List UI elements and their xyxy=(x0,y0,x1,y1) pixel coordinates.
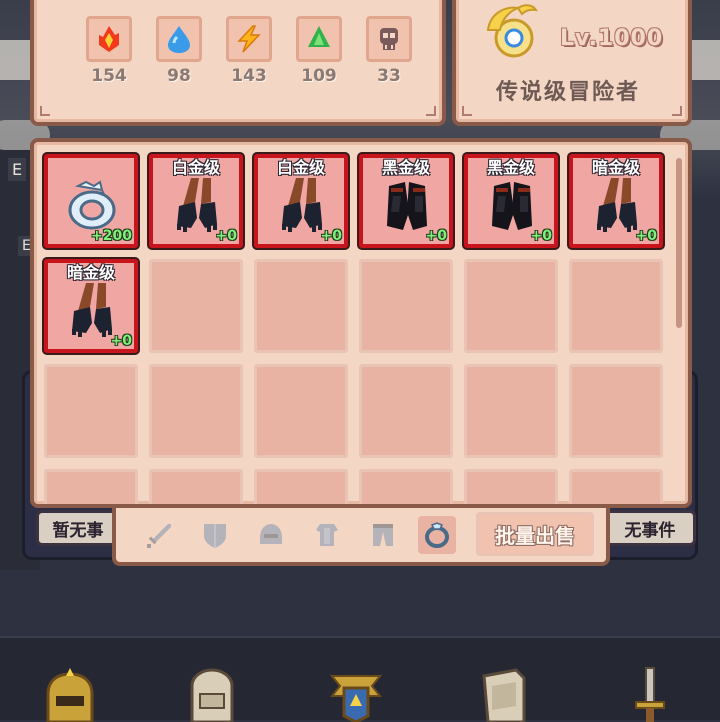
inventory-slot-empty[interactable] xyxy=(569,469,663,504)
player-level: Lv.1000 xyxy=(560,26,664,51)
nav-backpack[interactable] xyxy=(172,658,252,722)
black-gauntlets-icon xyxy=(492,182,532,230)
resource-lightning: 143 xyxy=(224,16,274,86)
rank-emblem-icon xyxy=(478,0,544,66)
bulk-sell-button[interactable]: 批量出售 xyxy=(476,512,594,556)
leaf-gem-icon xyxy=(296,16,342,62)
inventory-panel: +200 白金级 +0 白金级 +0 黑金级 +0 黑金级 +0 暗金级 +0 … xyxy=(30,138,692,508)
corner-decoration xyxy=(672,106,682,116)
inventory-slot-ring[interactable]: +200 xyxy=(44,154,138,248)
inventory-slot-empty[interactable] xyxy=(569,364,663,458)
bottom-navigation xyxy=(0,636,720,722)
inventory-slot-empty[interactable] xyxy=(464,364,558,458)
item-enhance-level: +0 xyxy=(110,333,132,349)
item-enhance-level: +0 xyxy=(215,228,237,244)
fire-gem-icon xyxy=(86,16,132,62)
inventory-slot-empty[interactable] xyxy=(464,469,558,504)
background-edge-label: E xyxy=(8,158,27,181)
water-drop-icon xyxy=(156,16,202,62)
inventory-slot-empty[interactable] xyxy=(254,469,348,504)
inventory-slot-gauntlets[interactable]: 黑金级 +0 xyxy=(359,154,453,248)
item-enhance-level: +0 xyxy=(530,228,552,244)
player-level-panel: Lv.1000 传说级冒险者 xyxy=(452,0,692,126)
resource-skull: 33 xyxy=(364,16,414,86)
inventory-scrollbar[interactable] xyxy=(676,158,682,328)
inventory-slot-empty[interactable] xyxy=(254,364,348,458)
ring-item-icon xyxy=(68,180,116,230)
tab-pants[interactable] xyxy=(364,516,402,554)
inventory-grid: +200 白金级 +0 白金级 +0 黑金级 +0 黑金级 +0 暗金级 +0 … xyxy=(44,154,663,504)
nav-hero[interactable] xyxy=(30,658,110,722)
event-tag-right: 无事件 xyxy=(604,510,696,546)
corner-decoration xyxy=(426,106,436,116)
inventory-slot-gauntlets[interactable]: 暗金级 +0 xyxy=(569,154,663,248)
resource-fire: 154 xyxy=(84,16,134,86)
armor-icon xyxy=(316,524,338,546)
inventory-slot-empty[interactable] xyxy=(149,469,243,504)
gauntlets-icon xyxy=(282,178,322,232)
ring-icon xyxy=(425,522,449,548)
book-icon xyxy=(482,668,526,722)
inventory-slot-empty[interactable] xyxy=(44,364,138,458)
resource-value: 143 xyxy=(231,66,267,86)
resource-value: 109 xyxy=(301,66,337,86)
resource-value: 154 xyxy=(91,66,127,86)
item-enhance-level: +200 xyxy=(91,228,132,244)
corner-decoration xyxy=(462,106,472,116)
inventory-slot-empty[interactable] xyxy=(44,469,138,504)
resource-value: 98 xyxy=(167,66,191,86)
shield-icon xyxy=(204,524,226,548)
crown-helmet-icon xyxy=(46,668,94,722)
tab-helmet[interactable] xyxy=(252,516,290,554)
gauntlets-icon xyxy=(177,178,217,232)
item-enhance-level: +0 xyxy=(425,228,447,244)
inventory-slot-gauntlets[interactable]: 白金级 +0 xyxy=(149,154,243,248)
corner-decoration xyxy=(40,106,50,116)
inventory-slot-gauntlets[interactable]: 暗金级 +0 xyxy=(44,259,138,353)
banner-icon xyxy=(329,675,383,722)
pants-icon xyxy=(373,524,393,546)
resource-leaf: 109 xyxy=(294,16,344,86)
tab-shield[interactable] xyxy=(196,516,234,554)
inventory-slot-empty[interactable] xyxy=(359,469,453,504)
nav-codex[interactable] xyxy=(464,658,544,722)
inventory-slot-gauntlets[interactable]: 黑金级 +0 xyxy=(464,154,558,248)
gauntlets-icon xyxy=(72,283,112,337)
equipment-filter-bar: 批量出售 xyxy=(112,508,610,566)
backpack-icon xyxy=(190,668,234,722)
inventory-slot-empty[interactable] xyxy=(254,259,348,353)
black-gauntlets-icon xyxy=(387,182,427,230)
item-enhance-level: +0 xyxy=(635,228,657,244)
player-rank-title: 传说级冒险者 xyxy=(496,80,641,105)
tab-weapon[interactable] xyxy=(140,516,178,554)
resource-water: 98 xyxy=(154,16,204,86)
inventory-slot-empty[interactable] xyxy=(359,364,453,458)
lightning-icon xyxy=(226,16,272,62)
helmet-icon xyxy=(260,524,282,544)
dagger-icon xyxy=(635,667,665,722)
gauntlets-icon xyxy=(597,178,637,232)
nav-guild[interactable] xyxy=(316,658,396,722)
resource-value: 33 xyxy=(377,66,401,86)
event-tag-left: 暂无事 xyxy=(36,510,120,546)
skull-icon xyxy=(366,16,412,62)
nav-forge[interactable] xyxy=(610,658,690,722)
resources-panel: 154 98 143 109 33 xyxy=(30,0,446,126)
tab-ring[interactable] xyxy=(418,516,456,554)
inventory-slot-empty[interactable] xyxy=(464,259,558,353)
inventory-slot-empty[interactable] xyxy=(359,259,453,353)
inventory-slot-gauntlets[interactable]: 白金级 +0 xyxy=(254,154,348,248)
item-enhance-level: +0 xyxy=(320,228,342,244)
inventory-slot-empty[interactable] xyxy=(149,259,243,353)
inventory-slot-empty[interactable] xyxy=(149,364,243,458)
sword-icon xyxy=(147,524,171,548)
inventory-slot-empty[interactable] xyxy=(569,259,663,353)
tab-armor[interactable] xyxy=(308,516,346,554)
